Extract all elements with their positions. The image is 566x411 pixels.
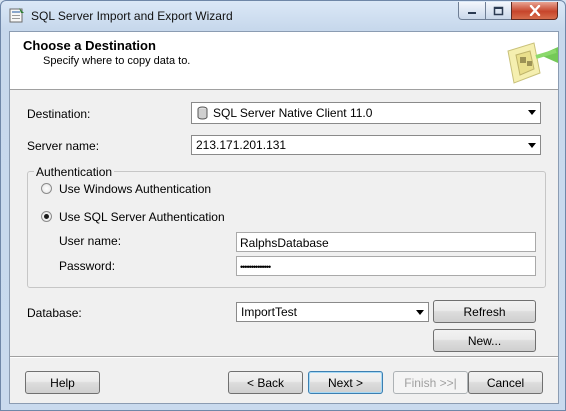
page-title: Choose a Destination (23, 38, 156, 53)
window-title: SQL Server Import and Export Wizard (31, 9, 233, 23)
new-database-button[interactable]: New... (433, 329, 536, 352)
maximize-button[interactable] (485, 2, 512, 20)
wizard-header: Choose a Destination Specify where to co… (10, 32, 558, 90)
help-button[interactable]: Help (25, 371, 100, 394)
wizard-window: SQL Server Import and Export Wizard Choo… (0, 0, 566, 411)
wizard-client-area: Choose a Destination Specify where to co… (9, 31, 559, 404)
database-value[interactable]: ImportTest (241, 305, 297, 319)
chevron-down-icon[interactable] (524, 104, 539, 120)
refresh-button[interactable]: Refresh (433, 300, 536, 323)
database-arrow-art (500, 37, 558, 87)
username-input[interactable]: RalphsDatabase (236, 232, 536, 252)
wizard-app-icon (9, 7, 25, 23)
username-label: User name: (59, 234, 122, 248)
database-label: Database: (27, 306, 82, 320)
password-mask: •••••••••••••• (240, 262, 271, 272)
title-bar[interactable]: SQL Server Import and Export Wizard (1, 1, 565, 31)
password-input[interactable]: •••••••••••••• (236, 256, 536, 276)
server-name-value[interactable]: 213.171.201.131 (196, 138, 286, 152)
windows-auth-radio[interactable] (41, 183, 52, 194)
page-subtitle: Specify where to copy data to. (43, 55, 191, 67)
windows-auth-label[interactable]: Use Windows Authentication (59, 182, 211, 196)
back-button[interactable]: < Back (228, 371, 303, 394)
authentication-group-label: Authentication (34, 165, 115, 179)
database-cylinder-icon (197, 106, 208, 123)
minimize-button[interactable] (458, 2, 486, 20)
cancel-button[interactable]: Cancel (468, 371, 543, 394)
destination-value: SQL Server Native Client 11.0 (213, 106, 373, 120)
next-button[interactable]: Next > (308, 371, 383, 394)
close-button[interactable] (511, 2, 558, 20)
destination-dropdown[interactable]: SQL Server Native Client 11.0 (191, 102, 541, 124)
password-label: Password: (59, 259, 116, 273)
finish-button[interactable]: Finish >>| (393, 371, 468, 394)
destination-label: Destination: (27, 107, 91, 121)
sql-auth-label[interactable]: Use SQL Server Authentication (59, 210, 225, 224)
chevron-down-icon[interactable] (524, 137, 539, 153)
server-name-combobox[interactable]: 213.171.201.131 (191, 135, 541, 155)
chevron-down-icon[interactable] (412, 304, 427, 320)
server-name-label: Server name: (27, 139, 100, 153)
sql-auth-radio[interactable] (41, 211, 52, 222)
database-combobox[interactable]: ImportTest (236, 302, 429, 322)
username-value: RalphsDatabase (240, 236, 329, 250)
footer-divider (10, 356, 558, 358)
